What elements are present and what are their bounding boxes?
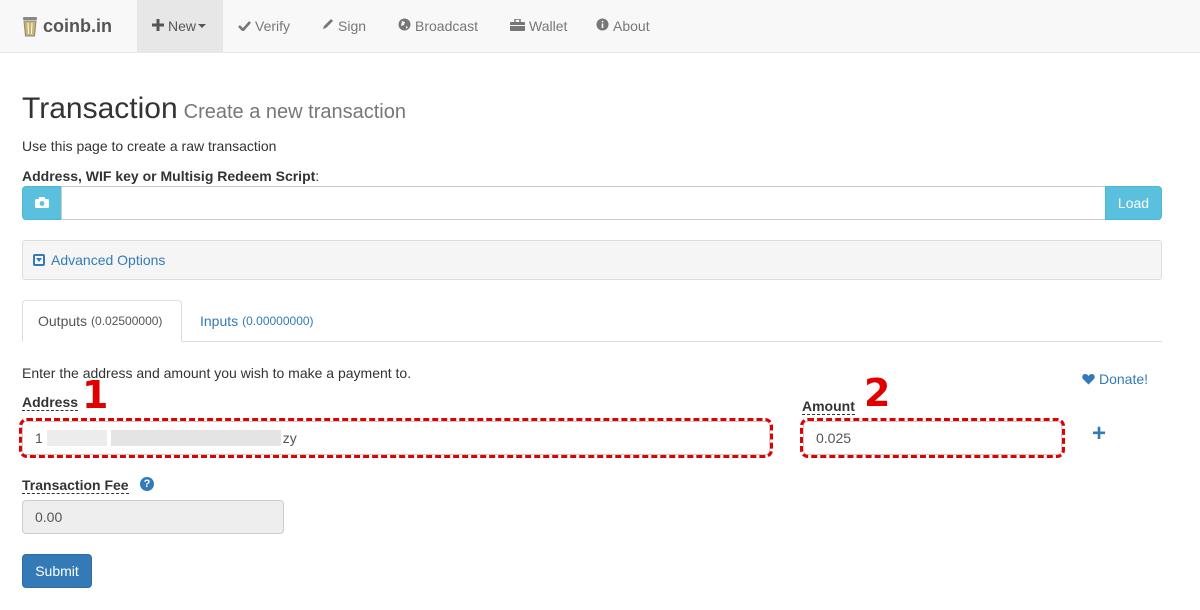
- camera-scan-button[interactable]: [22, 186, 62, 220]
- camera-icon: [35, 195, 49, 211]
- output-address-label: Address: [22, 394, 79, 411]
- info-icon: [596, 18, 609, 34]
- nav-wallet-label: Wallet: [529, 18, 568, 34]
- plus-icon: [152, 18, 164, 34]
- transaction-fee-input[interactable]: 0.00: [22, 500, 284, 534]
- address-loader-label: Address, WIF key or Multisig Redeem Scri…: [22, 168, 319, 184]
- brand-logo[interactable]: coinb.in: [22, 12, 112, 40]
- address-loader-label-text: Address, WIF key or Multisig Redeem Scri…: [22, 168, 316, 184]
- advanced-options-label: Advanced Options: [51, 252, 166, 268]
- annotation-marker-1: 1: [82, 373, 109, 417]
- nav-sign[interactable]: Sign: [306, 0, 381, 52]
- nav-sign-label: Sign: [338, 18, 367, 34]
- donate-link[interactable]: Donate!: [1082, 371, 1148, 387]
- help-glyph: ?: [143, 478, 151, 490]
- address-loader-input[interactable]: [61, 186, 1106, 220]
- brand-name: coinb.in: [43, 15, 112, 36]
- nav-verify[interactable]: Verify: [223, 0, 305, 52]
- bin-logo-icon: [22, 15, 38, 37]
- load-button[interactable]: Load: [1105, 186, 1162, 220]
- nav-verify-label: Verify: [255, 18, 291, 34]
- transaction-fee-label: Transaction Fee: [22, 477, 129, 494]
- annotation-highlight-address: [19, 418, 773, 458]
- tab-outputs-label: Outputs: [38, 313, 88, 329]
- nav-new[interactable]: New: [137, 0, 223, 52]
- donate-label: Donate!: [1099, 371, 1149, 387]
- page-title-text: Transaction: [22, 92, 178, 125]
- submit-button[interactable]: Submit: [22, 554, 92, 588]
- caret-down-icon: [198, 24, 207, 28]
- briefcase-icon: [510, 18, 525, 34]
- question-circle-icon[interactable]: ?: [140, 477, 154, 491]
- advanced-options-toggle[interactable]: Advanced Options: [22, 240, 1162, 280]
- navbar: coinb.in New Verify Sign Broadcast Walle…: [0, 0, 1200, 53]
- nav-broadcast-label: Broadcast: [415, 18, 479, 34]
- outputs-instruction: Enter the address and amount you wish to…: [22, 365, 412, 381]
- pencil-icon: [321, 18, 334, 34]
- tab-outputs[interactable]: Outputs (0.02500000): [22, 300, 182, 342]
- output-amount-label: Amount: [802, 398, 855, 415]
- page-intro: Use this page to create a raw transactio…: [22, 138, 277, 154]
- transaction-fee-value: 0.00: [35, 509, 63, 525]
- annotation-marker-2: 2: [864, 371, 891, 415]
- tab-inputs-label: Inputs: [200, 313, 239, 329]
- add-output-button[interactable]: +: [1092, 420, 1106, 448]
- page-title: Transaction Create a new transaction: [22, 92, 406, 126]
- address-loader-label-colon: :: [315, 168, 320, 184]
- annotation-highlight-amount: [800, 418, 1065, 458]
- tab-inputs-total: (0.00000000): [242, 314, 314, 328]
- collapse-down-icon: [33, 254, 45, 266]
- nav-about[interactable]: About: [581, 0, 665, 52]
- nav-broadcast[interactable]: Broadcast: [383, 0, 493, 52]
- page-subtitle: Create a new transaction: [183, 101, 406, 123]
- nav-wallet[interactable]: Wallet: [495, 0, 582, 52]
- globe-icon: [398, 18, 411, 34]
- tab-inputs[interactable]: Inputs (0.00000000): [185, 300, 329, 342]
- nav-new-label: New: [168, 18, 197, 34]
- nav-about-label: About: [613, 18, 650, 34]
- tab-outputs-total: (0.02500000): [91, 314, 163, 328]
- heart-icon: [1082, 373, 1095, 385]
- check-icon: [238, 18, 251, 34]
